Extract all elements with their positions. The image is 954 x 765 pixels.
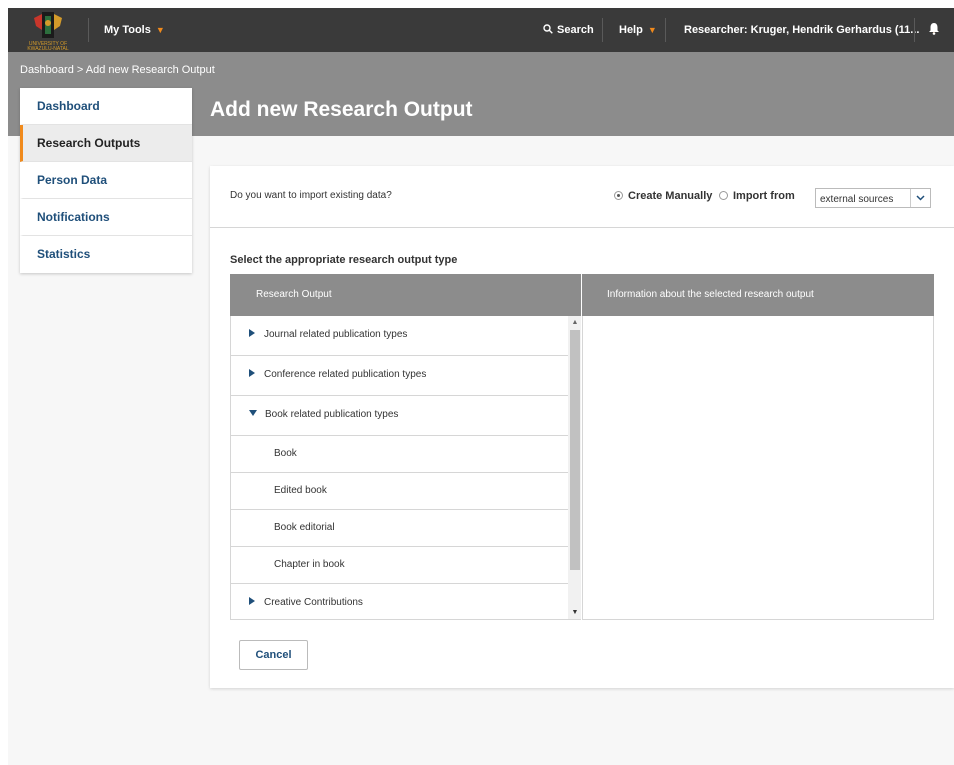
import-from-radio[interactable]: Import from	[719, 190, 795, 202]
top-navigation-bar: UNIVERSITY OF KWAZULU-NATAL My Tools ▼ Se…	[8, 8, 954, 52]
scroll-down-icon[interactable]: ▼	[568, 606, 581, 619]
information-column-header: Information about the selected research …	[582, 274, 934, 316]
sidebar-item-person-data[interactable]: Person Data	[20, 162, 192, 199]
chevron-down-icon: ▼	[155, 25, 165, 35]
list-item-label: Creative Contributions	[264, 597, 363, 608]
help-menu[interactable]: Help ▼	[619, 8, 657, 52]
cancel-button[interactable]: Cancel	[239, 640, 308, 670]
list-scrollbar[interactable]: ▲ ▼	[568, 316, 581, 619]
radio-selected-icon	[614, 190, 623, 200]
chevron-down-icon: ▼	[647, 25, 657, 35]
sidebar-item-notifications[interactable]: Notifications	[20, 199, 192, 236]
sidebar-item-statistics[interactable]: Statistics	[20, 236, 192, 273]
scrollbar-thumb[interactable]	[570, 330, 580, 570]
app-frame: UNIVERSITY OF KWAZULU-NATAL My Tools ▼ Se…	[8, 8, 954, 765]
divider	[88, 18, 89, 42]
breadcrumb[interactable]: Dashboard > Add new Research Output	[20, 64, 215, 76]
divider	[665, 18, 666, 42]
divider	[602, 18, 603, 42]
research-output-type-label: Select the appropriate research output t…	[230, 254, 458, 266]
list-item-label: Book editorial	[274, 522, 335, 533]
logo-text: UNIVERSITY OF KWAZULU-NATAL	[27, 41, 69, 52]
caret-down-icon	[249, 410, 257, 417]
search-button[interactable]: Search	[543, 8, 594, 52]
list-item-edited-book[interactable]: Edited book	[231, 473, 568, 510]
radio-unselected-icon	[719, 190, 728, 200]
researcher-label: Researcher: Kruger, Hendrik Gerhardus (1…	[684, 24, 920, 36]
divider	[914, 18, 915, 42]
content-card: Do you want to import existing data? Cre…	[210, 166, 954, 688]
list-item-label: Journal related publication types	[264, 329, 408, 340]
research-output-column-header: Research Output	[230, 274, 581, 316]
caret-right-icon	[249, 369, 255, 378]
my-tools-label: My Tools	[104, 24, 151, 36]
sidebar: Dashboard Research Outputs Person Data N…	[20, 88, 192, 273]
create-manually-label: Create Manually	[628, 190, 713, 202]
research-output-info-panel	[582, 316, 934, 620]
list-item-label: Book related publication types	[265, 409, 399, 420]
chevron-down-icon[interactable]	[910, 189, 930, 207]
chevron-down-icon-shape	[916, 195, 925, 201]
bell-icon	[929, 22, 939, 35]
import-source-value: external sources	[820, 194, 894, 205]
researcher-menu[interactable]: Researcher: Kruger, Hendrik Gerhardus (1…	[684, 8, 938, 52]
sidebar-item-dashboard[interactable]: Dashboard	[20, 88, 192, 125]
list-item-conference[interactable]: Conference related publication types	[231, 356, 568, 396]
sidebar-item-research-outputs[interactable]: Research Outputs	[20, 125, 192, 162]
notifications-button[interactable]	[928, 8, 940, 52]
list-item-label: Conference related publication types	[264, 369, 427, 380]
list-item-creative-contributions[interactable]: Creative Contributions	[231, 584, 568, 619]
scroll-up-icon[interactable]: ▲	[568, 316, 581, 330]
university-logo-icon	[34, 12, 62, 38]
import-from-label: Import from	[733, 190, 795, 202]
university-logo[interactable]: UNIVERSITY OF KWAZULU-NATAL	[18, 10, 78, 52]
caret-right-icon	[249, 329, 255, 338]
import-row: Do you want to import existing data? Cre…	[210, 166, 954, 228]
search-icon	[543, 24, 553, 34]
caret-right-icon	[249, 597, 255, 606]
research-output-list: Journal related publication types Confer…	[230, 316, 581, 620]
list-item-chapter-in-book[interactable]: Chapter in book	[231, 547, 568, 584]
list-item-book[interactable]: Book	[231, 436, 568, 473]
help-label: Help	[619, 24, 643, 36]
list-item-book-related[interactable]: Book related publication types	[231, 396, 568, 436]
search-label: Search	[557, 24, 594, 36]
import-question: Do you want to import existing data?	[230, 190, 392, 201]
create-manually-radio[interactable]: Create Manually	[614, 190, 712, 202]
list-item-book-editorial[interactable]: Book editorial	[231, 510, 568, 547]
list-item-label: Edited book	[274, 485, 327, 496]
page-title: Add new Research Output	[210, 98, 473, 121]
list-item-label: Chapter in book	[274, 559, 345, 570]
my-tools-menu[interactable]: My Tools ▼	[104, 8, 165, 52]
list-item-journal[interactable]: Journal related publication types	[231, 316, 568, 356]
import-source-select[interactable]: external sources	[815, 188, 931, 208]
list-item-label: Book	[274, 448, 297, 459]
